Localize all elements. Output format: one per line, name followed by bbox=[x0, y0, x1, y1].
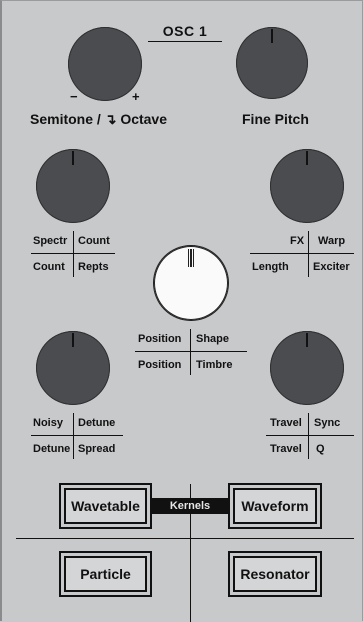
right-top-label-tr: Warp bbox=[318, 235, 346, 247]
center-label-br: Timbre bbox=[196, 359, 233, 371]
right-bottom-label-bl: Travel bbox=[270, 443, 302, 455]
semitone-minus-mark: − bbox=[70, 89, 78, 104]
fine-pitch-label: Fine Pitch bbox=[242, 111, 309, 127]
knob-indicator-icon bbox=[306, 333, 308, 347]
title-underline bbox=[148, 41, 222, 42]
right-top-divider-h bbox=[250, 253, 354, 254]
panel-title: OSC 1 bbox=[162, 23, 208, 39]
left-top-label-br: Repts bbox=[78, 261, 109, 273]
right-bottom-label-tl: Travel bbox=[270, 417, 302, 429]
right-bottom-divider-v bbox=[308, 413, 309, 459]
mode-grid-horizontal bbox=[16, 538, 354, 539]
center-label-tl: Position bbox=[138, 333, 182, 345]
fine-pitch-knob[interactable] bbox=[236, 27, 308, 99]
left-top-knob[interactable] bbox=[36, 149, 110, 223]
wavetable-button-label: Wavetable bbox=[64, 488, 147, 524]
right-top-label-bl: Length bbox=[252, 261, 289, 273]
right-top-divider-v bbox=[308, 231, 309, 277]
left-bottom-divider-h bbox=[31, 435, 123, 436]
left-bottom-divider-v bbox=[73, 413, 74, 459]
waveform-button-label: Waveform bbox=[233, 488, 317, 524]
center-position-knob[interactable] bbox=[154, 246, 228, 320]
wavetable-button[interactable]: Wavetable bbox=[59, 483, 152, 529]
particle-button[interactable]: Particle bbox=[59, 551, 152, 597]
shift-arrow-icon: ↴ bbox=[104, 111, 117, 127]
right-top-knob[interactable] bbox=[270, 149, 344, 223]
right-bottom-label-tr: Sync bbox=[314, 417, 341, 429]
right-top-label-tl: FX bbox=[290, 235, 305, 247]
kernels-label: Kernels bbox=[152, 498, 228, 514]
center-label-tr: Shape bbox=[196, 333, 230, 345]
center-label-bl: Position bbox=[138, 359, 182, 371]
right-bottom-divider-h bbox=[266, 435, 354, 436]
left-top-divider-v bbox=[73, 231, 74, 277]
left-bottom-label-tr: Detune bbox=[78, 417, 116, 429]
left-bottom-label-br: Spread bbox=[78, 443, 116, 455]
knob-indicator-icon bbox=[72, 333, 74, 347]
left-top-label-tr: Count bbox=[78, 235, 110, 247]
left-bottom-knob[interactable] bbox=[36, 331, 110, 405]
right-top-label-br: Exciter bbox=[313, 261, 350, 273]
resonator-button[interactable]: Resonator bbox=[228, 551, 322, 597]
knob-indicator-icon bbox=[271, 29, 273, 43]
octave-label-text: Octave bbox=[120, 111, 168, 127]
semitone-octave-label: Semitone / ↴ Octave bbox=[30, 111, 167, 128]
waveform-button[interactable]: Waveform bbox=[228, 483, 322, 529]
left-bottom-label-bl: Detune bbox=[33, 443, 71, 455]
left-top-label-tl: Spectr bbox=[33, 235, 68, 247]
right-bottom-label-br: Q bbox=[316, 443, 325, 455]
resonator-button-label: Resonator bbox=[233, 556, 317, 592]
center-divider-v bbox=[190, 329, 191, 375]
particle-button-label: Particle bbox=[64, 556, 147, 592]
left-bottom-label-tl: Noisy bbox=[33, 417, 63, 429]
osc1-panel: OSC 1 − + Semitone / ↴ Octave Fine Pitch… bbox=[0, 0, 363, 622]
left-top-label-bl: Count bbox=[33, 261, 65, 273]
center-divider-h bbox=[135, 351, 247, 352]
right-bottom-knob[interactable] bbox=[270, 331, 344, 405]
semitone-plus-mark: + bbox=[132, 89, 140, 104]
semitone-octave-knob[interactable] bbox=[68, 27, 142, 101]
knob-indicator-icon bbox=[188, 249, 194, 267]
knob-indicator-icon bbox=[72, 151, 74, 165]
semitone-label-text: Semitone / bbox=[30, 111, 101, 127]
knob-indicator-icon bbox=[306, 151, 308, 165]
